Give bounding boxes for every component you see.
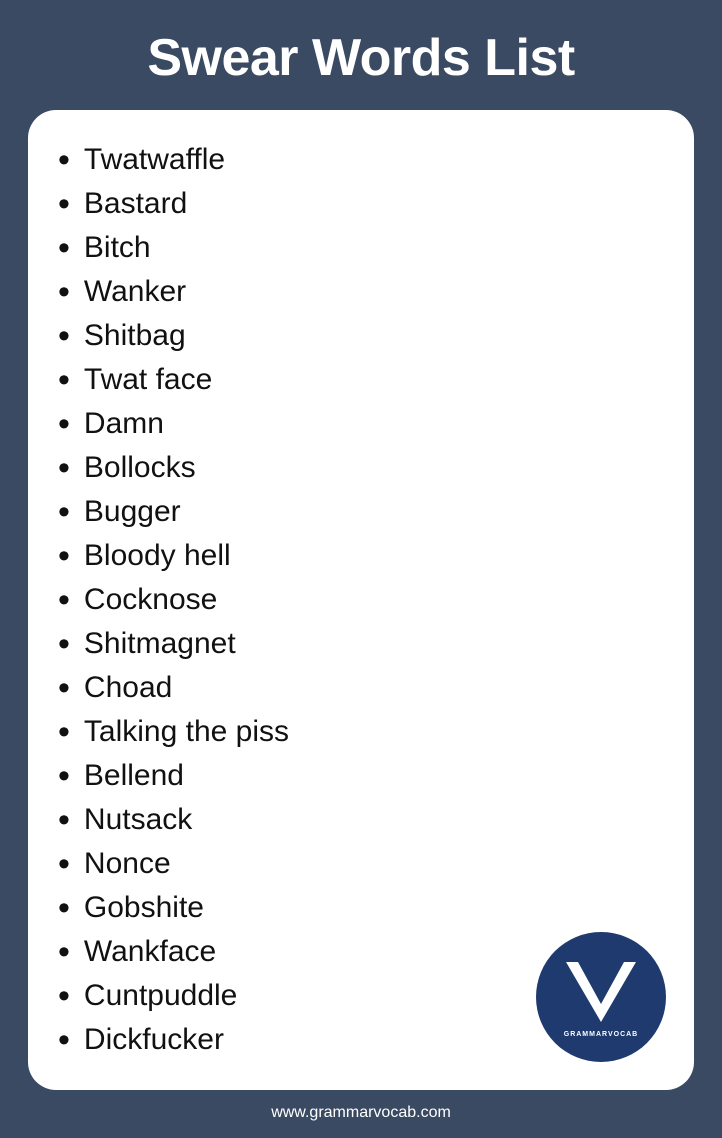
list-item: Shitmagnet (58, 622, 664, 666)
logo-container: GRAMMARVOCAB (536, 932, 666, 1062)
list-item: Twat face (58, 358, 664, 402)
list-container: TwatwaffleBastardBitchWankerShitbagTwat … (28, 110, 694, 1090)
list-item: Bloody hell (58, 534, 664, 578)
footer-url: www.grammarvocab.com (0, 1090, 722, 1138)
list-item: Bastard (58, 182, 664, 226)
list-item: Talking the piss (58, 710, 664, 754)
page-title: Swear Words List (0, 0, 722, 110)
logo-v-icon (556, 952, 646, 1042)
list-item: Cocknose (58, 578, 664, 622)
list-item: Shitbag (58, 314, 664, 358)
list-item: Twatwaffle (58, 138, 664, 182)
list-item: Nonce (58, 842, 664, 886)
list-item: Bellend (58, 754, 664, 798)
list-item: Choad (58, 666, 664, 710)
list-item: Nutsack (58, 798, 664, 842)
list-item: Damn (58, 402, 664, 446)
list-item: Bitch (58, 226, 664, 270)
logo-circle: GRAMMARVOCAB (536, 932, 666, 1062)
list-item: Bugger (58, 490, 664, 534)
list-item: Gobshite (58, 886, 664, 930)
logo-brand-text: GRAMMARVOCAB (564, 1031, 638, 1038)
list-item: Wanker (58, 270, 664, 314)
list-item: Bollocks (58, 446, 664, 490)
word-list: TwatwaffleBastardBitchWankerShitbagTwat … (58, 138, 664, 1062)
